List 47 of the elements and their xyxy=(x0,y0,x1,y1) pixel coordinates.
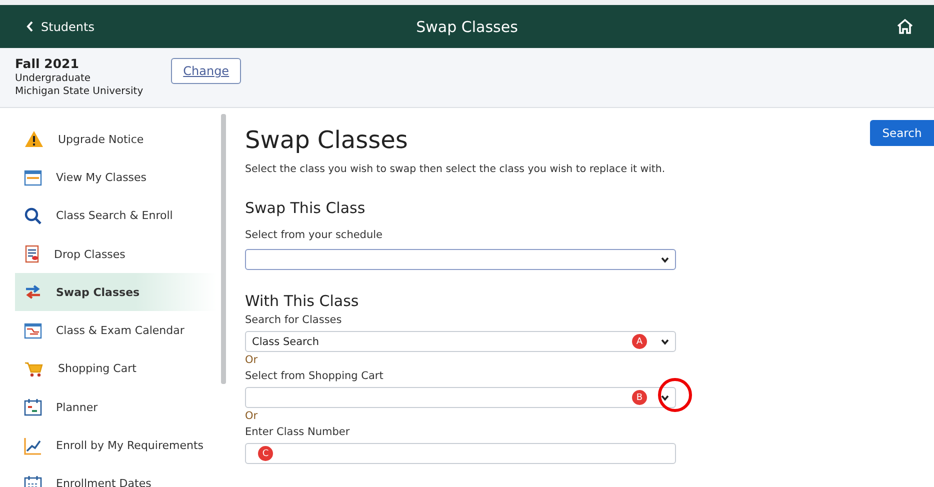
sidebar-item[interactable]: View My Classes xyxy=(0,158,217,197)
annotation-marker: B xyxy=(632,390,647,405)
career-text: Undergraduate xyxy=(15,73,92,84)
calendar-icon xyxy=(24,398,42,416)
sidebar-item[interactable]: Class & Exam Calendar xyxy=(0,311,217,350)
dropdown-field[interactable]: Class Search A xyxy=(245,331,676,352)
annotation-marker: C xyxy=(258,446,273,461)
chevron-down-icon xyxy=(661,338,669,344)
warning-icon xyxy=(24,130,44,148)
calendar-icon xyxy=(24,168,42,186)
or-text: Or xyxy=(245,354,259,366)
document-icon xyxy=(24,245,40,264)
sidebar-item[interactable]: Enroll by My Requirements xyxy=(0,426,217,465)
scrollbar[interactable] xyxy=(221,114,226,384)
sidebar-item[interactable]: Upgrade Notice xyxy=(0,120,217,158)
term-name: Fall 2021 xyxy=(15,56,80,71)
sidebar-item[interactable]: Shopping Cart xyxy=(0,350,217,388)
swap-arrows-icon xyxy=(24,283,42,302)
section-heading: With This Class xyxy=(245,292,360,310)
schedule-select[interactable] xyxy=(245,249,676,270)
field-label: Search for Classes xyxy=(245,314,343,326)
institution-text: Michigan State University xyxy=(15,86,144,97)
home-icon[interactable] xyxy=(896,18,914,35)
annotation-marker: A xyxy=(632,334,647,349)
description-text: Select the class you wish to swap then select the class you wish to replace it with. xyxy=(245,164,666,175)
main-title: Swap Classes xyxy=(245,126,408,154)
field-label: Select from your schedule xyxy=(245,229,384,241)
sidebar-item[interactable]: Class Search & Enroll xyxy=(0,196,217,235)
sidebar-item[interactable]: Drop Classes xyxy=(0,234,217,274)
line-chart-icon xyxy=(24,436,42,455)
page-title: Swap Classes xyxy=(416,18,518,36)
dropdown-field[interactable]: B xyxy=(245,387,676,408)
chevron-left-icon xyxy=(26,21,33,32)
search-button[interactable]: Search xyxy=(870,120,934,146)
field-label: Select from Shopping Cart xyxy=(245,370,384,382)
chevron-down-icon xyxy=(661,256,669,262)
field-label: Enter Class Number xyxy=(245,426,351,438)
sidebar-item[interactable]: Planner xyxy=(0,388,217,426)
search-icon xyxy=(24,206,42,225)
section-heading: Swap This Class xyxy=(245,199,366,217)
or-text: Or xyxy=(245,410,259,422)
calendar-icon xyxy=(24,322,42,340)
cart-icon xyxy=(24,360,44,378)
change-button[interactable]: Change xyxy=(171,58,242,84)
input-field[interactable]: C xyxy=(245,443,676,464)
chevron-down-icon xyxy=(661,394,669,400)
back-button[interactable]: Students xyxy=(0,18,100,34)
